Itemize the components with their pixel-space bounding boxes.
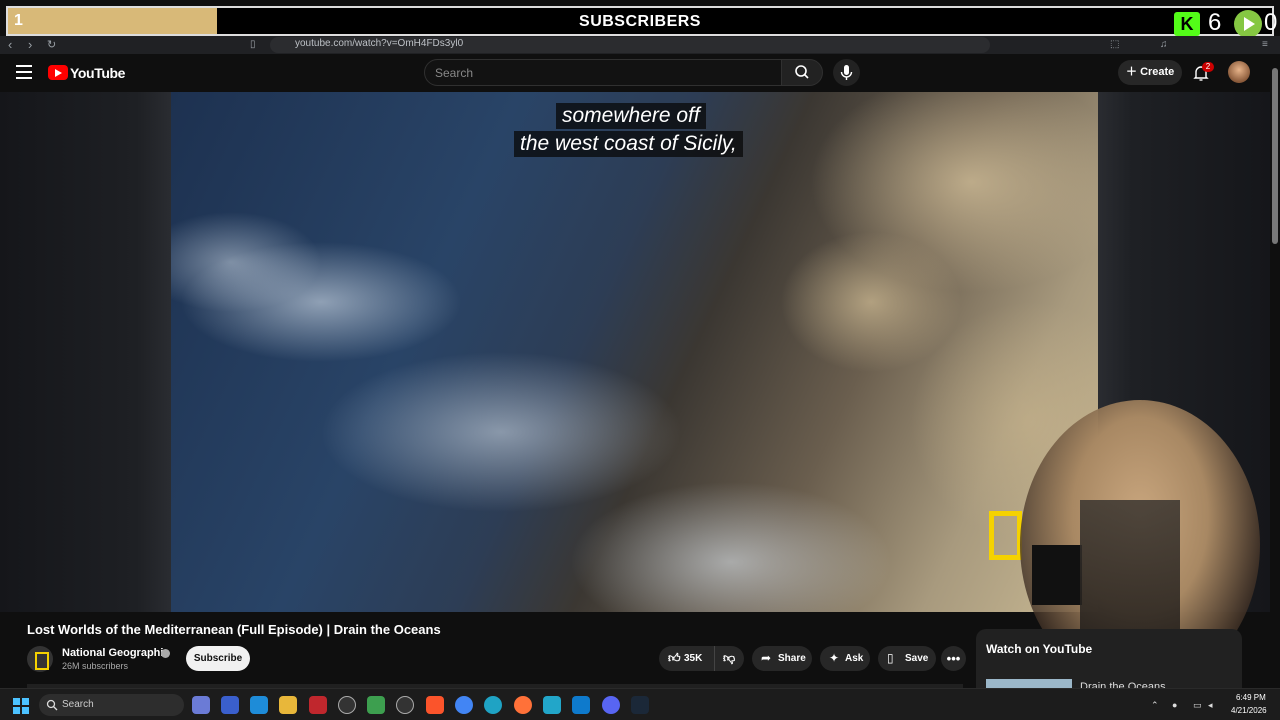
scrollbar-thumb[interactable]	[1272, 68, 1278, 244]
video-player[interactable]: somewhere off the west coast of Sicily,	[171, 92, 1098, 612]
notification-count-badge: 2	[1202, 62, 1214, 72]
webcam-background-shelf	[1080, 500, 1180, 650]
clock-date[interactable]: 4/21/2026	[1231, 706, 1267, 715]
app-icon-6[interactable]	[338, 696, 356, 714]
bookmark-icon[interactable]: ▯	[250, 36, 256, 54]
verified-check-icon	[161, 649, 170, 658]
share-label: Share	[778, 653, 806, 664]
youtube-header: YouTube ＋ Create 2	[0, 54, 1270, 92]
app-icon-2[interactable]	[221, 696, 239, 714]
windows-start-icon[interactable]	[13, 698, 29, 714]
plus-icon: ＋	[1126, 66, 1141, 78]
reload-icon[interactable]: ↻	[47, 36, 56, 54]
caption-line-1: somewhere off	[556, 103, 706, 129]
address-bar[interactable]: youtube.com/watch?v=OmH4FDs3yl0	[270, 37, 990, 53]
ask-label: Ask	[845, 653, 864, 664]
create-label: Create	[1140, 66, 1175, 78]
back-icon[interactable]: ‹	[8, 36, 12, 54]
youtube-logo-text[interactable]: YouTube	[70, 65, 125, 81]
widgets-app-icon[interactable]	[192, 696, 210, 714]
channel-name[interactable]: National Geographic	[62, 647, 170, 659]
taskbar-search-box[interactable]: Search	[39, 694, 184, 716]
hamburger-menu-icon[interactable]	[16, 65, 32, 79]
steam-icon[interactable]	[631, 696, 649, 714]
bookmark-save-icon: ▯	[887, 651, 894, 665]
like-button[interactable]: 👍︎ 35K	[659, 646, 714, 671]
more-dots-icon: •••	[946, 651, 961, 666]
taskbar-search-icon	[46, 699, 58, 711]
video-title: Lost Worlds of the Mediterranean (Full E…	[27, 622, 441, 637]
search-box[interactable]	[424, 59, 782, 86]
clock-time[interactable]: 6:49 PM	[1236, 693, 1266, 702]
microphone-icon	[840, 65, 853, 80]
video-frame-waves	[171, 152, 891, 612]
tray-chevron-icon[interactable]: ⌃	[1151, 700, 1161, 710]
edge-browser-icon[interactable]	[484, 696, 502, 714]
dislike-button[interactable]: 👎︎	[714, 646, 744, 671]
discord-icon[interactable]	[602, 696, 620, 714]
search-button[interactable]	[781, 59, 823, 86]
subscriber-overlay-title: SUBSCRIBERS	[579, 13, 701, 30]
app-icon-7[interactable]	[367, 696, 385, 714]
webcam-background-monitor	[1032, 545, 1082, 605]
watch-on-youtube-panel[interactable]: Watch on YouTube Drain the Oceans	[976, 629, 1242, 693]
rumble-subscriber-count: 0	[1264, 9, 1278, 36]
subscribe-button[interactable]: Subscribe	[186, 646, 250, 671]
chrome-browser-icon[interactable]	[455, 696, 473, 714]
page-scrollbar[interactable]	[1270, 54, 1280, 688]
voice-search-button[interactable]	[833, 59, 860, 86]
forward-icon[interactable]: ›	[28, 36, 32, 54]
kick-icon: K	[1174, 12, 1200, 36]
url-text: youtube.com/watch?v=OmH4FDs3yl0	[295, 38, 464, 49]
more-actions-button[interactable]: •••	[941, 646, 966, 671]
app-icon-5[interactable]	[309, 696, 327, 714]
app-icon-8[interactable]	[396, 696, 414, 714]
microphone-tray-icon[interactable]: ●	[1172, 700, 1182, 710]
save-label: Save	[905, 653, 929, 664]
search-icon	[795, 65, 809, 79]
kick-subscriber-count: 6	[1208, 9, 1222, 36]
sparkle-icon: ✦	[829, 651, 840, 665]
watch-on-youtube-title: Watch on YouTube	[986, 642, 1093, 656]
save-button[interactable]: ▯ Save	[878, 646, 936, 671]
app-icon-3[interactable]	[250, 696, 268, 714]
firefox-browser-icon[interactable]	[514, 696, 532, 714]
media-icon[interactable]: ♫	[1160, 36, 1168, 54]
browser-toolbar: ‹ › ↻ ▯ youtube.com/watch?v=OmH4FDs3yl0 …	[0, 36, 1280, 54]
search-input[interactable]	[425, 60, 755, 85]
like-count: 35K	[684, 653, 703, 664]
share-button[interactable]: ➦ Share	[752, 646, 812, 671]
create-button[interactable]: ＋ Create	[1118, 60, 1182, 85]
brave-browser-icon[interactable]	[426, 696, 444, 714]
windows-taskbar: Search ⌃ ● ▭ ◂ 6:49 PM 4/21/2026	[0, 688, 1280, 720]
subscriber-goal-overlay: 1 SUBSCRIBERS K 6 0	[6, 6, 1278, 38]
menu-dots-icon[interactable]: ≡	[1262, 36, 1268, 54]
vscode-icon[interactable]	[572, 696, 590, 714]
extensions-icon[interactable]: ⬚	[1110, 36, 1119, 54]
file-explorer-icon[interactable]	[279, 696, 297, 714]
natgeo-watermark-icon	[989, 511, 1022, 560]
account-avatar[interactable]	[1228, 61, 1250, 83]
channel-subscriber-count: 26M subscribers	[62, 661, 129, 671]
app-icon-13[interactable]	[543, 696, 561, 714]
channel-avatar[interactable]	[27, 646, 53, 672]
thumbs-up-icon: 👍︎	[668, 651, 681, 665]
caption-line-2: the west coast of Sicily,	[514, 131, 743, 157]
volume-icon[interactable]: ◂	[1208, 700, 1218, 710]
rumble-icon	[1234, 10, 1262, 38]
network-icon[interactable]: ▭	[1193, 700, 1203, 710]
thumbs-down-icon: 👎︎	[723, 651, 736, 665]
taskbar-search-placeholder: Search	[62, 699, 94, 710]
ask-button[interactable]: ✦ Ask	[820, 646, 870, 671]
youtube-logo-icon[interactable]	[48, 65, 68, 80]
share-icon: ➦	[761, 651, 772, 665]
page-backdrop-left	[0, 92, 171, 612]
